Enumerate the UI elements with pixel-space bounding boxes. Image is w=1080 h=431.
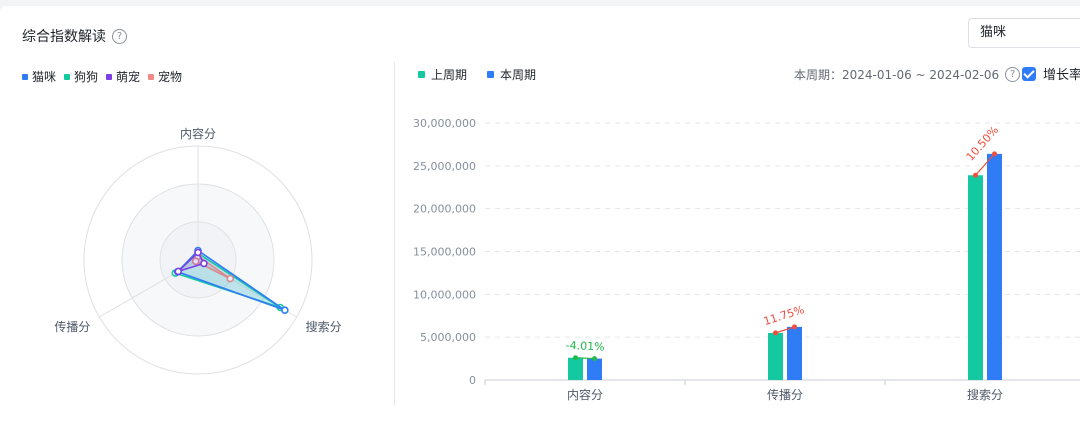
growth-connector [575, 357, 595, 360]
legend-swatch [22, 73, 28, 80]
x-tick-label: 搜索分 [967, 387, 1003, 402]
bar [568, 357, 583, 380]
keyword-select[interactable]: 猫咪 [968, 18, 1080, 48]
y-tick-label: 10,000,000 [413, 288, 476, 301]
legend-label: 宠物 [158, 70, 183, 84]
checkbox-checked-icon[interactable] [1022, 66, 1036, 81]
radar-indicator-label: 内容分 [180, 126, 216, 141]
radar-legend-item[interactable]: 猫咪 [22, 68, 56, 85]
y-tick-label: 20,000,000 [413, 203, 476, 216]
y-tick-label: 15,000,000 [413, 246, 476, 259]
radar-point [174, 267, 183, 276]
period-help-icon[interactable]: ? [1005, 67, 1021, 82]
legend-swatch [487, 71, 495, 78]
growth-point [973, 172, 978, 178]
legend-label: 萌宠 [116, 70, 141, 84]
bar [587, 358, 602, 380]
legend-label: 猫咪 [32, 70, 57, 84]
growth-rate-label: 11.75% [762, 303, 806, 328]
y-tick-label: 5,000,000 [420, 331, 476, 344]
growth-rate-label: -4.01% [565, 339, 604, 354]
legend-label: 狗狗 [74, 70, 99, 84]
legend-swatch [148, 73, 155, 80]
growth-point [592, 356, 597, 362]
legend-swatch [64, 73, 71, 80]
radar-indicator-label: 传播分 [54, 319, 90, 334]
x-tick-label: 内容分 [567, 387, 603, 402]
bar-legend-item[interactable]: 上周期 [418, 66, 467, 83]
bar [968, 175, 983, 380]
index-card: 综合指数解读 ? 猫咪 猫咪 狗狗 萌宠 宠物 上周期 本周期 本周期：2024-01-… [0, 6, 1080, 431]
legend-swatch [106, 73, 113, 80]
y-tick-label: 0 [469, 374, 476, 387]
legend-label: 上周期 [431, 68, 468, 82]
bar [787, 326, 802, 380]
growth-point [773, 330, 778, 336]
radar-legend-item[interactable]: 狗狗 [64, 68, 98, 85]
growth-point [992, 151, 997, 157]
legend-label: 本周期 [500, 68, 537, 82]
growth-rate-toggle[interactable]: 增长率 [1022, 64, 1080, 83]
x-tick-label: 传播分 [767, 387, 803, 402]
radar-point [194, 248, 202, 257]
bar [768, 332, 783, 380]
growth-rate-label: 增长率 [1043, 68, 1080, 83]
radar-legend-item[interactable]: 宠物 [148, 68, 182, 85]
growth-point [573, 355, 578, 361]
growth-point [792, 324, 797, 330]
radar-indicator-label: 搜索分 [306, 319, 342, 334]
radar-legend: 猫咪 狗狗 萌宠 宠物 [22, 68, 190, 85]
bar-legend-item[interactable]: 本周期 [487, 66, 536, 83]
bar [987, 153, 1002, 380]
period-range: 本周期：2024-01-06 ~ 2024-02-06 ? [794, 66, 1021, 83]
card-title: 综合指数解读 [22, 29, 106, 45]
section-divider [394, 62, 395, 406]
period-label: 本周期：2024-01-06 ~ 2024-02-06 [794, 68, 1000, 82]
radar-chart: 内容分搜索分 传播分 [54, 126, 342, 375]
card-header: 综合指数解读 ? [22, 26, 127, 46]
radar-point [200, 259, 208, 268]
bar-legend: 上周期 本周期 [418, 66, 556, 83]
y-tick-label: 25,000,000 [413, 160, 476, 173]
legend-swatch [418, 71, 425, 78]
radar-point [281, 306, 289, 314]
bar-chart: 0 5,000,000 10,000,000 15,000,000 20,000,000… [413, 117, 1080, 402]
radar-legend-item[interactable]: 萌宠 [106, 68, 140, 85]
question-circle-icon[interactable]: ? [112, 28, 127, 44]
y-tick-label: 30,000,000 [413, 117, 476, 130]
